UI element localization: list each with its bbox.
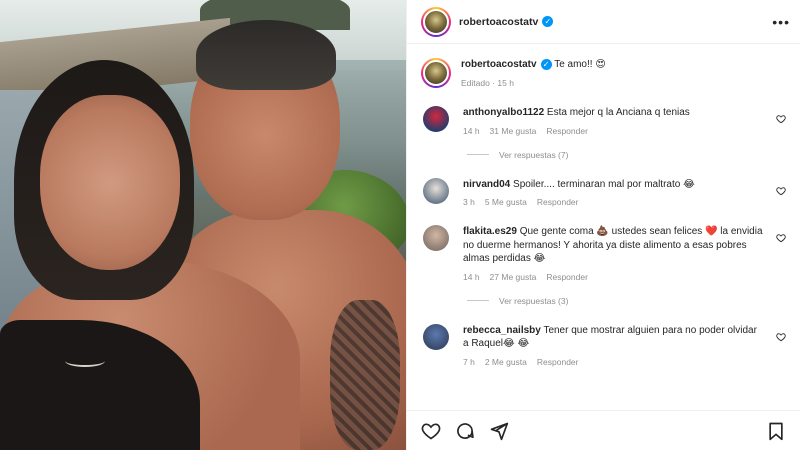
comments-list[interactable]: robertoacostatv ✓ Te amo!! 😍 Editado · 15… <box>407 44 800 410</box>
comment-text: Spoiler.... terminaran mal por maltrato … <box>513 178 695 190</box>
heart-icon[interactable] <box>776 114 786 124</box>
reply-button[interactable]: Responder <box>546 126 588 136</box>
comment-time: 14 h <box>463 125 480 136</box>
comment-likes[interactable]: 2 Me gusta <box>485 357 527 367</box>
commenter-avatar[interactable] <box>423 225 449 251</box>
verified-badge-icon: ✓ <box>540 58 552 70</box>
reply-button[interactable]: Responder <box>546 272 588 282</box>
photo-man-hair <box>196 20 336 90</box>
like-heart-icon[interactable] <box>421 421 441 441</box>
comment-time: 3 h <box>463 197 475 207</box>
photo-woman-face <box>40 95 180 270</box>
caption-avatar[interactable] <box>421 58 451 88</box>
view-replies-button[interactable]: Ver respuestas (7) <box>467 150 786 160</box>
post-photo[interactable] <box>0 0 406 450</box>
caption-author[interactable]: robertoacostatv <box>461 59 537 70</box>
more-options-icon[interactable]: ••• <box>772 14 790 30</box>
post-header: robertoacostatv ✓ ••• <box>407 0 800 44</box>
comment-likes[interactable]: 27 Me gusta <box>490 272 537 282</box>
post-sidebar: robertoacostatv ✓ ••• robertoacostatv ✓ Te… <box>406 0 800 450</box>
comment-likes[interactable]: 31 Me gusta <box>490 126 537 136</box>
heart-icon[interactable] <box>776 332 786 342</box>
post-caption: robertoacostatv ✓ Te amo!! 😍 Editado · 15… <box>421 58 786 88</box>
commenter-avatar[interactable] <box>423 106 449 132</box>
comment-author[interactable]: nirvand04 <box>463 179 510 190</box>
comment-author[interactable]: anthonyalbo1122 <box>463 107 544 118</box>
comment-author[interactable]: flakita.es29 <box>463 226 517 237</box>
comment-icon[interactable] <box>455 421 475 441</box>
comment-item: rebecca_nailsby Tener que mostrar alguie… <box>421 323 786 367</box>
reply-button[interactable]: Responder <box>537 357 579 367</box>
share-icon[interactable] <box>489 421 509 441</box>
instagram-post-view: robertoacostatv ✓ ••• robertoacostatv ✓ Te… <box>0 0 800 450</box>
commenter-avatar[interactable] <box>423 177 449 204</box>
comment-author[interactable]: rebecca_nailsby <box>463 325 541 336</box>
comment-item: anthonyalbo1122 Esta mejor q la Anciana … <box>421 106 786 136</box>
author-avatar[interactable] <box>421 6 451 37</box>
photo-tattoo <box>330 300 400 450</box>
bookmark-icon[interactable] <box>766 421 786 441</box>
heart-icon[interactable] <box>776 233 786 243</box>
comment-likes[interactable]: 5 Me gusta <box>485 197 527 207</box>
replies-divider <box>467 300 489 301</box>
caption-text: robertoacostatv ✓ Te amo!! 😍 <box>461 58 786 72</box>
comment-item: flakita.es29 Que gente coma 💩 ustedes se… <box>421 225 786 282</box>
view-replies-button[interactable]: Ver respuestas (3) <box>467 296 786 306</box>
post-actions <box>407 410 800 450</box>
caption-meta: Editado · 15 h <box>461 77 514 88</box>
comment-time: 14 h <box>463 271 480 282</box>
comment-text: Esta mejor q la Anciana q tenias <box>546 107 690 118</box>
heart-icon[interactable] <box>776 186 786 196</box>
photo-necklace <box>65 355 105 367</box>
verified-badge-icon: ✓ <box>542 16 554 28</box>
commenter-avatar[interactable] <box>423 323 449 350</box>
comment-item: nirvand04 Spoiler.... terminaran mal por… <box>421 177 786 207</box>
replies-divider <box>467 154 489 155</box>
caption-body: Te amo!! 😍 <box>554 59 606 70</box>
comment-time: 7 h <box>463 356 475 367</box>
reply-button[interactable]: Responder <box>537 197 579 207</box>
author-handle[interactable]: robertoacostatv ✓ <box>459 16 554 28</box>
